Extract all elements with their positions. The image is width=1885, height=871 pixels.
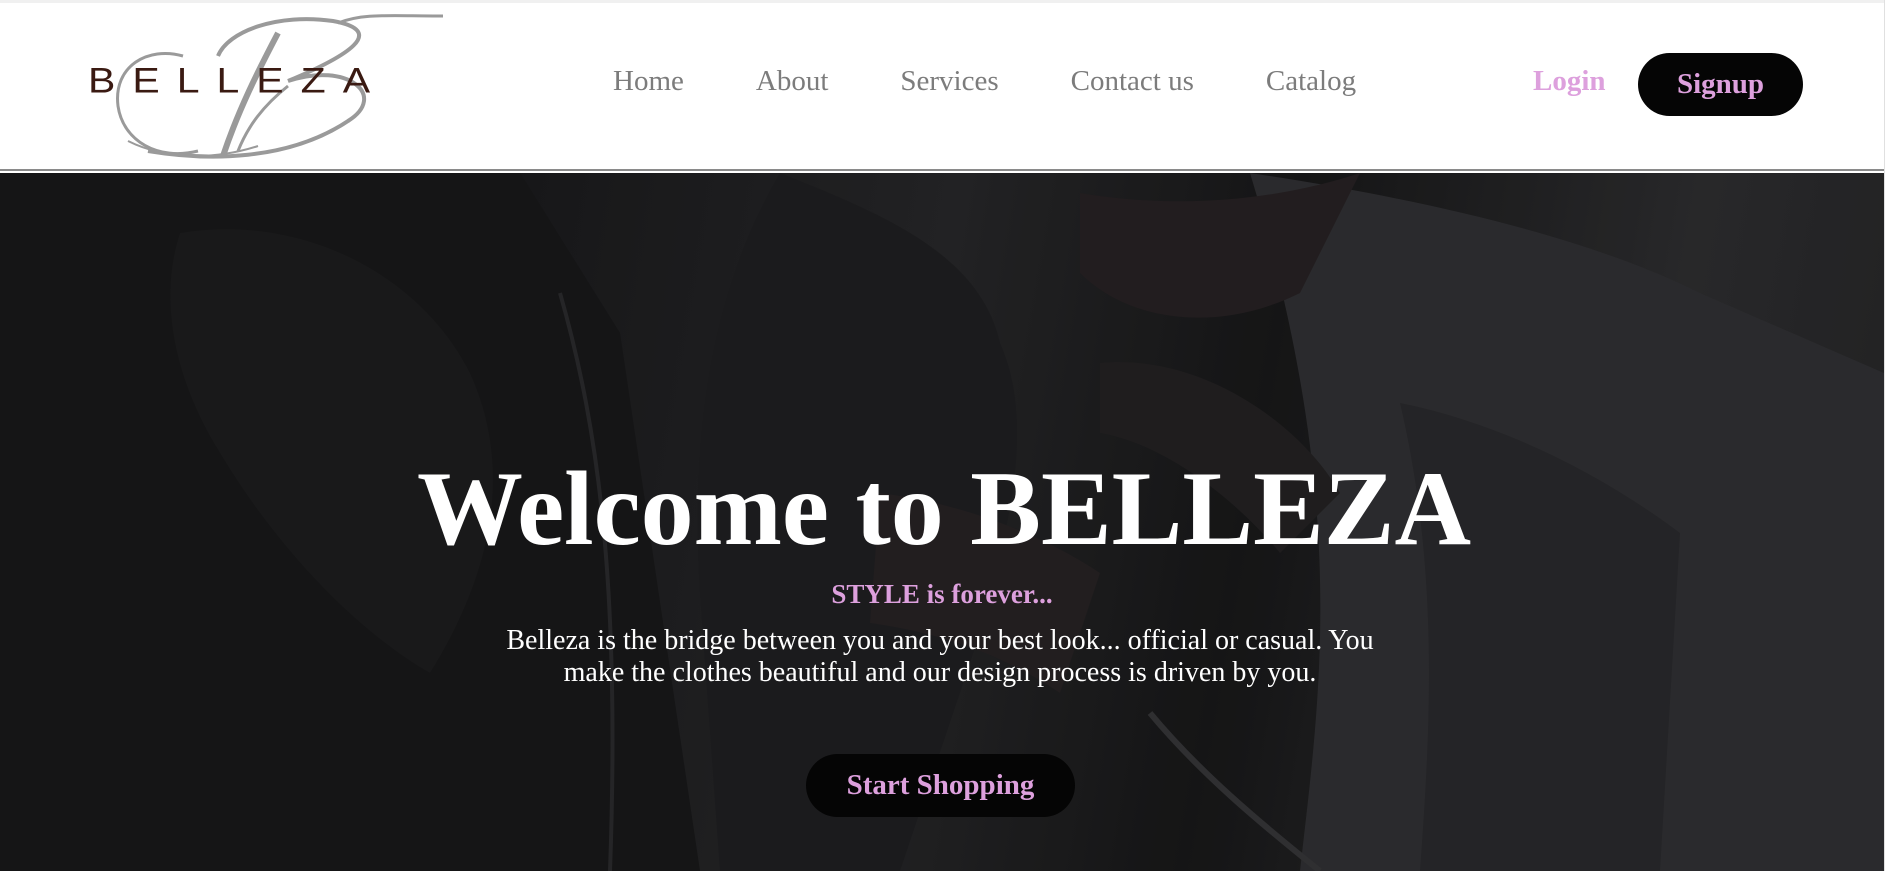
hero-description: Belleza is the bridge between you and yo… (506, 625, 1374, 688)
hero-section: Welcome to BELLEZA STYLE is forever... B… (0, 173, 1884, 871)
nav-item-home[interactable]: Home (613, 65, 684, 98)
nav-item-services[interactable]: Services (900, 65, 998, 98)
main-nav: Home About Services Contact us Catalog (613, 65, 1356, 98)
start-shopping-button-label: Start Shopping (846, 769, 1035, 801)
brand-logo[interactable]: BELLEZA (88, 11, 448, 161)
site-header: BELLEZA Home About Services Contact us C… (0, 0, 1884, 171)
signup-button-label: Signup (1676, 68, 1765, 100)
logo-wordmark: BELLEZA (88, 61, 388, 101)
nav-item-about[interactable]: About (756, 65, 829, 98)
hero-tagline: STYLE is forever... (831, 579, 1053, 609)
hero-title-text: Welcome to BELLEZA (416, 450, 1472, 567)
hero-title: Welcome to BELLEZA (0, 450, 1884, 568)
signup-button[interactable]: Signup (1638, 53, 1803, 116)
start-shopping-button[interactable]: Start Shopping (806, 754, 1075, 817)
nav-item-contact-us[interactable]: Contact us (1071, 65, 1194, 98)
nav-item-catalog[interactable]: Catalog (1266, 65, 1356, 98)
page: BELLEZA Home About Services Contact us C… (0, 0, 1885, 871)
login-link[interactable]: Login (1533, 65, 1606, 98)
